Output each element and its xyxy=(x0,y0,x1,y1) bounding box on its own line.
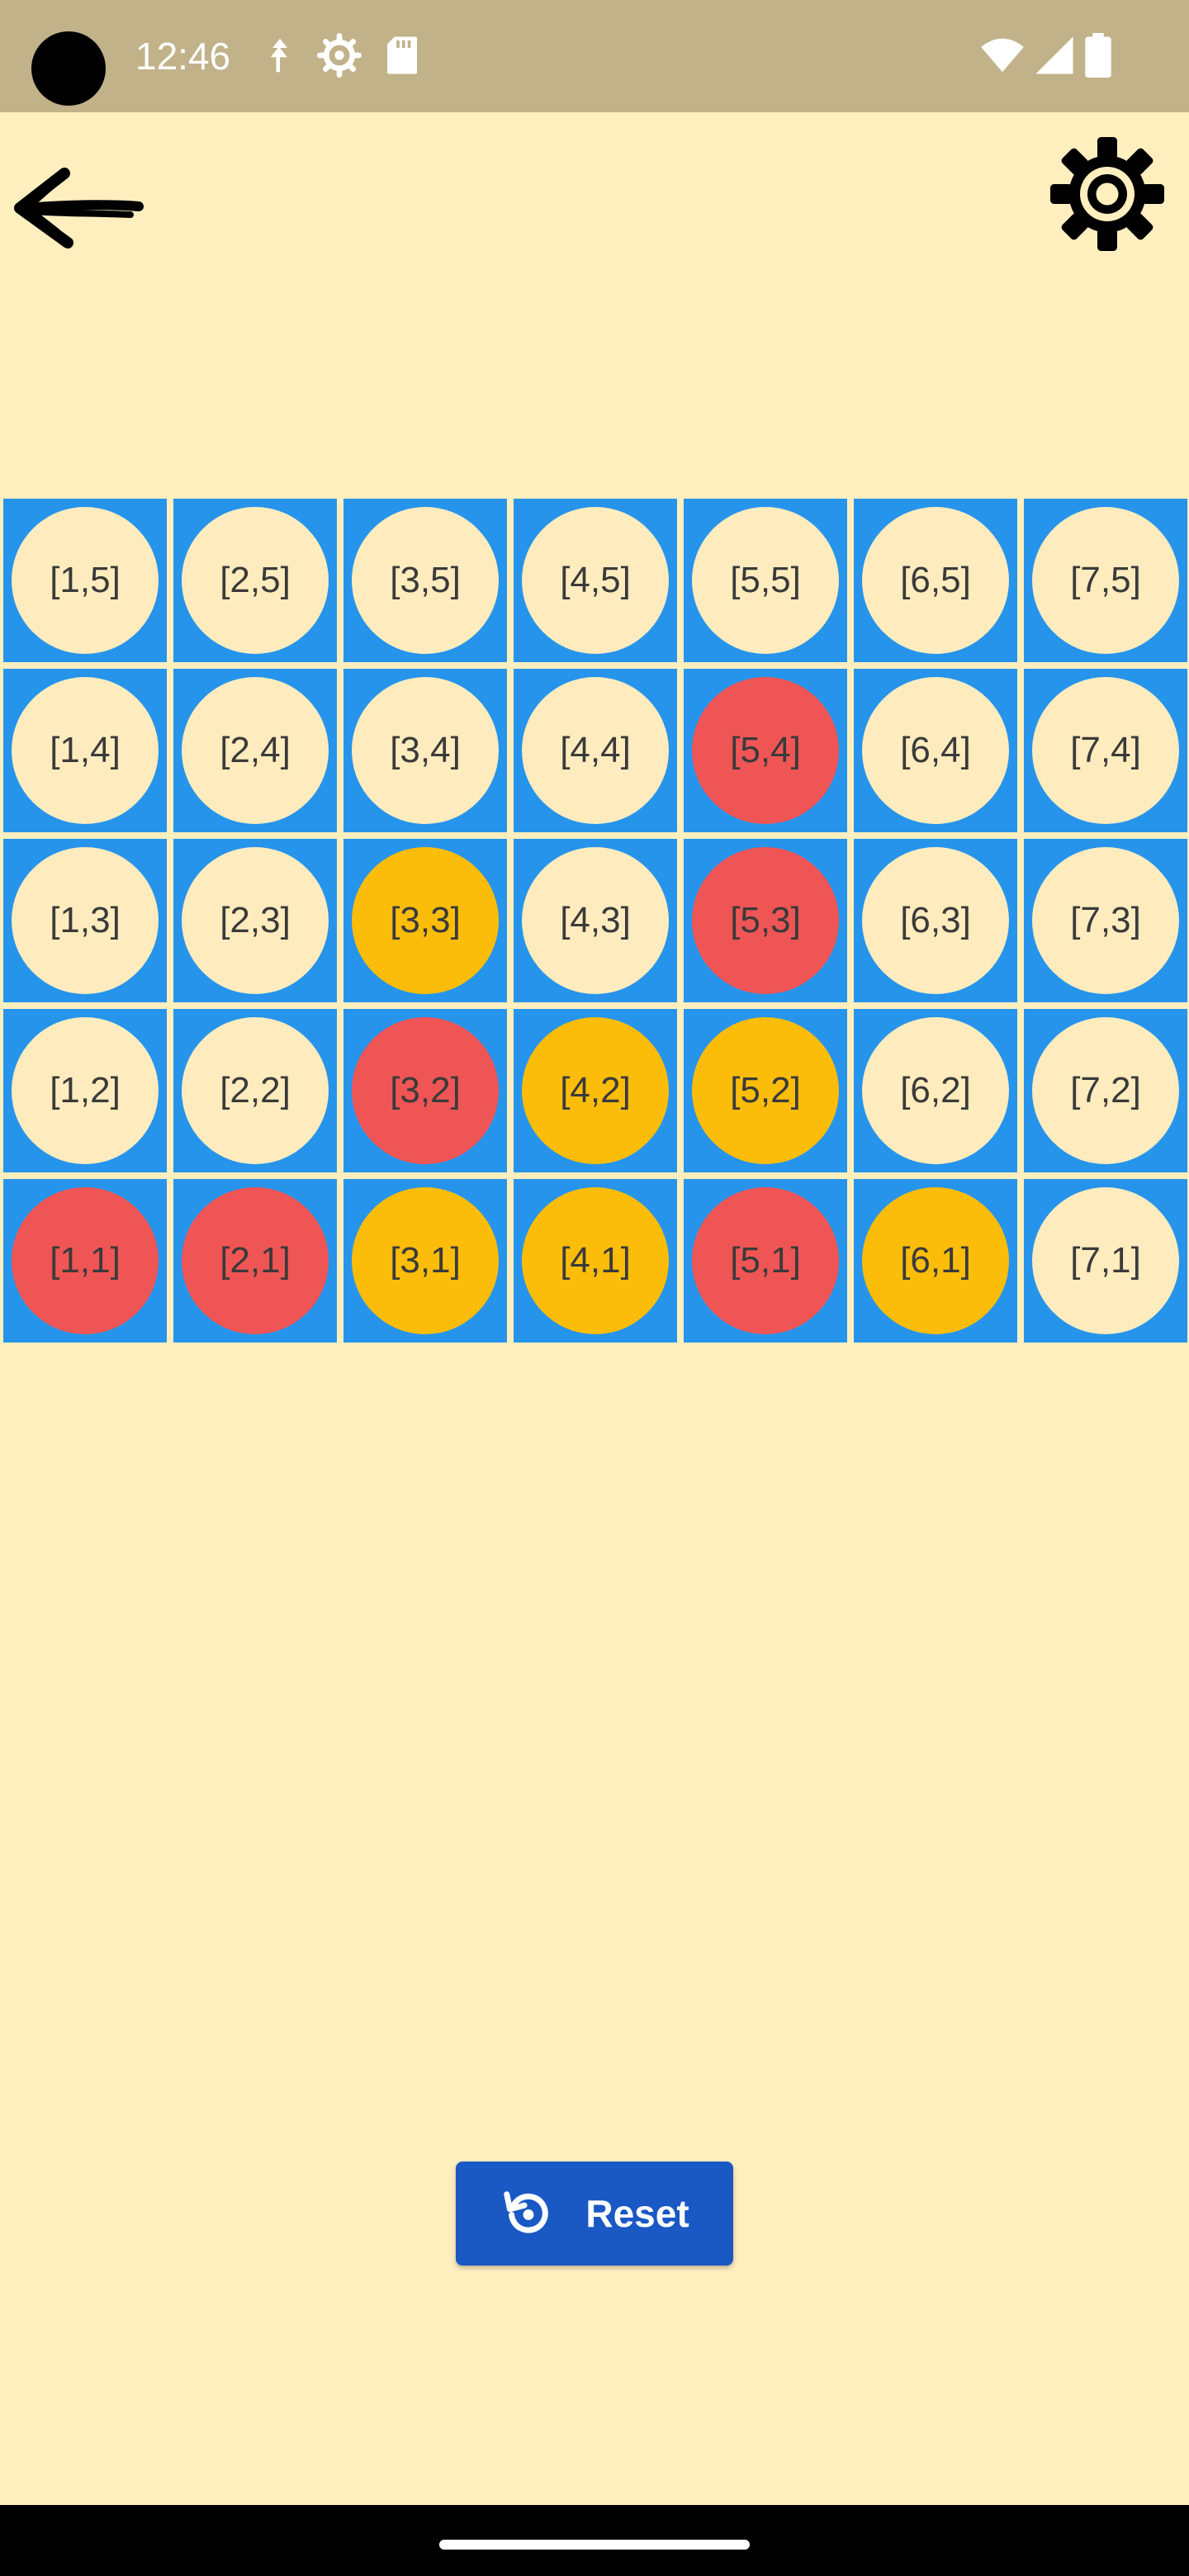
empty-slot: [4,5] xyxy=(522,507,669,654)
settings-cog-icon xyxy=(317,33,362,78)
board-cell[interactable]: [4,3] xyxy=(514,839,677,1002)
empty-slot: [2,4] xyxy=(182,677,329,824)
empty-slot: [6,4] xyxy=(862,677,1009,824)
gear-icon xyxy=(1050,137,1164,251)
camera-cutout xyxy=(31,31,106,106)
yellow-disc: [4,1] xyxy=(522,1187,669,1334)
red-disc: [5,3] xyxy=(692,847,839,994)
board-cell[interactable]: [7,2] xyxy=(1024,1009,1187,1172)
status-bar: 12:46 xyxy=(0,0,1189,112)
board-cell[interactable]: [2,3] xyxy=(173,839,337,1002)
status-time: 12:46 xyxy=(135,35,231,78)
board-cell[interactable]: [6,5] xyxy=(854,499,1017,662)
empty-slot: [4,3] xyxy=(522,847,669,994)
board-cell[interactable]: [4,4] xyxy=(514,669,677,832)
board-cell[interactable]: [7,1] xyxy=(1024,1179,1187,1342)
board-cell[interactable]: [3,4] xyxy=(343,669,507,832)
board-cell[interactable]: [1,3] xyxy=(3,839,167,1002)
board-cell[interactable]: [6,1] xyxy=(854,1179,1017,1342)
board-cell[interactable]: [1,4] xyxy=(3,669,167,832)
board-cell[interactable]: [4,1] xyxy=(514,1179,677,1342)
board-cell[interactable]: [5,1] xyxy=(684,1179,847,1342)
board-cell[interactable]: [2,1] xyxy=(173,1179,337,1342)
board-cell[interactable]: [5,4] xyxy=(684,669,847,832)
empty-slot: [6,2] xyxy=(862,1017,1009,1164)
board-cell[interactable]: [7,4] xyxy=(1024,669,1187,832)
header xyxy=(0,112,1189,495)
reset-icon xyxy=(504,2191,549,2233)
reset-label: Reset xyxy=(585,2192,689,2235)
empty-slot: [1,2] xyxy=(12,1017,159,1164)
empty-slot: [4,4] xyxy=(522,677,669,824)
yellow-disc: [3,3] xyxy=(352,847,499,994)
board-cell[interactable]: [5,2] xyxy=(684,1009,847,1172)
empty-slot: [1,5] xyxy=(12,507,159,654)
board-cell[interactable]: [1,5] xyxy=(3,499,167,662)
board-cell[interactable]: [3,3] xyxy=(343,839,507,1002)
empty-slot: [7,2] xyxy=(1032,1017,1179,1164)
board-cell[interactable]: [2,5] xyxy=(173,499,337,662)
board-cell[interactable]: [1,2] xyxy=(3,1009,167,1172)
empty-slot: [3,4] xyxy=(352,677,499,824)
cell-signal-icon xyxy=(1035,36,1073,74)
empty-slot: [7,1] xyxy=(1032,1187,1179,1334)
board-cell[interactable]: [2,2] xyxy=(173,1009,337,1172)
board-cell[interactable]: [3,5] xyxy=(343,499,507,662)
empty-slot: [7,5] xyxy=(1032,507,1179,654)
data-saver-icon xyxy=(270,38,287,73)
board-cell[interactable]: [4,2] xyxy=(514,1009,677,1172)
red-disc: [2,1] xyxy=(182,1187,329,1334)
home-indicator[interactable] xyxy=(439,2540,750,2550)
board-cell[interactable]: [6,3] xyxy=(854,839,1017,1002)
empty-slot: [2,2] xyxy=(182,1017,329,1164)
empty-slot: [5,5] xyxy=(692,507,839,654)
yellow-disc: [3,1] xyxy=(352,1187,499,1334)
red-disc: [1,1] xyxy=(12,1187,159,1334)
board-cell[interactable]: [3,2] xyxy=(343,1009,507,1172)
board-cell[interactable]: [4,5] xyxy=(514,499,677,662)
empty-slot: [7,3] xyxy=(1032,847,1179,994)
wifi-icon xyxy=(981,38,1024,73)
board-cell[interactable]: [1,1] xyxy=(3,1179,167,1342)
board-cell[interactable]: [5,3] xyxy=(684,839,847,1002)
red-disc: [5,4] xyxy=(692,677,839,824)
red-disc: [3,2] xyxy=(352,1017,499,1164)
empty-slot: [6,3] xyxy=(862,847,1009,994)
navigation-bar xyxy=(0,2505,1189,2576)
settings-button[interactable] xyxy=(1045,132,1169,256)
board-cell[interactable]: [6,2] xyxy=(854,1009,1017,1172)
empty-slot: [2,3] xyxy=(182,847,329,994)
game-board: [1,5] [2,5] [3,5] [4,5] [5,5] [6,5] [7,5] [1,4]… xyxy=(0,495,1189,1346)
empty-slot: [1,4] xyxy=(12,677,159,824)
battery-icon xyxy=(1085,33,1111,78)
empty-slot: [2,5] xyxy=(182,507,329,654)
empty-slot: [7,4] xyxy=(1032,677,1179,824)
red-disc: [5,1] xyxy=(692,1187,839,1334)
sd-card-icon xyxy=(387,36,417,74)
empty-slot: [1,3] xyxy=(12,847,159,994)
yellow-disc: [4,2] xyxy=(522,1017,669,1164)
yellow-disc: [6,1] xyxy=(862,1187,1009,1334)
empty-slot: [6,5] xyxy=(862,507,1009,654)
board-cell[interactable]: [3,1] xyxy=(343,1179,507,1342)
board-cell[interactable]: [7,3] xyxy=(1024,839,1187,1002)
board-cell[interactable]: [7,5] xyxy=(1024,499,1187,662)
back-button[interactable] xyxy=(7,159,145,258)
back-arrow-icon xyxy=(14,168,144,249)
board-cell[interactable]: [5,5] xyxy=(684,499,847,662)
board-cell[interactable]: [2,4] xyxy=(173,669,337,832)
board-cell[interactable]: [6,4] xyxy=(854,669,1017,832)
empty-slot: [3,5] xyxy=(352,507,499,654)
yellow-disc: [5,2] xyxy=(692,1017,839,1164)
reset-button[interactable]: Reset xyxy=(456,2162,733,2266)
